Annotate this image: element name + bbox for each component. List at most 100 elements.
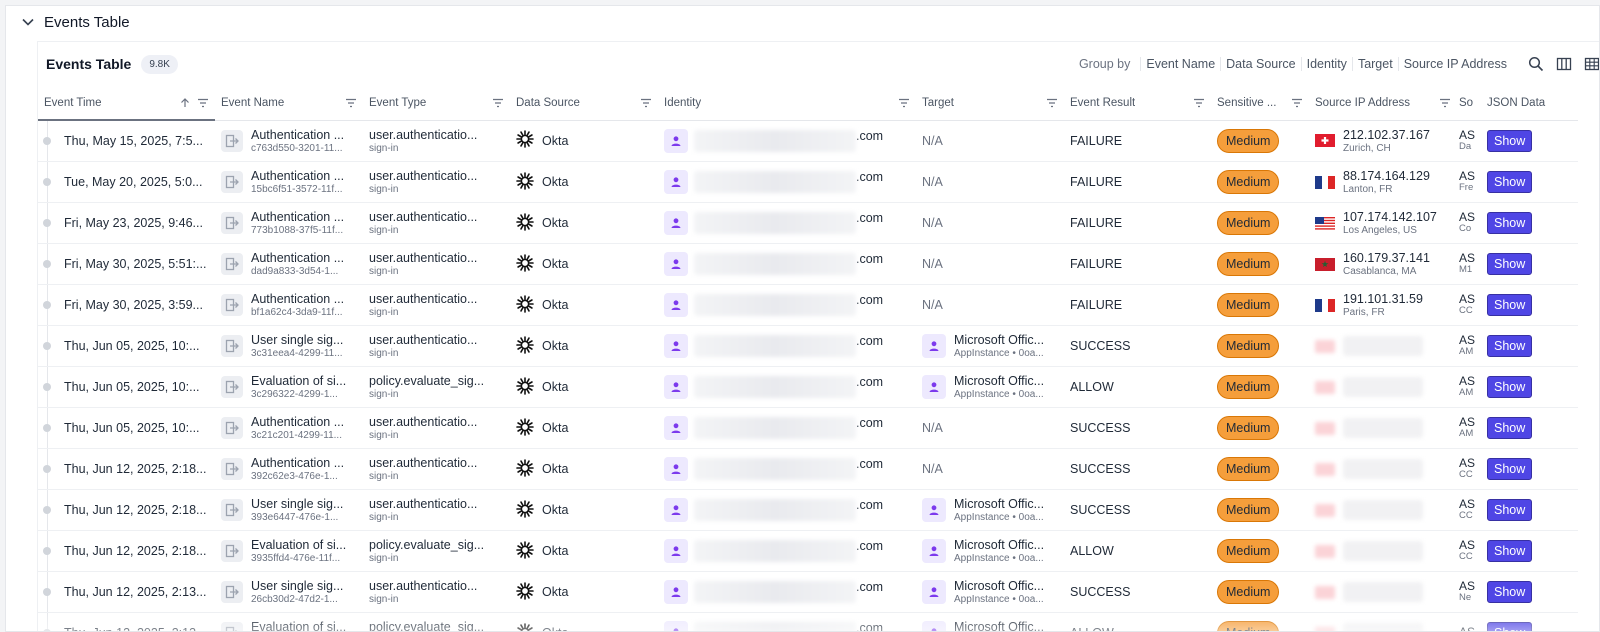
app-icon xyxy=(922,621,946,631)
filter-icon[interactable] xyxy=(492,97,504,109)
data-source: Okta xyxy=(542,339,569,353)
timeline-marker xyxy=(40,408,60,448)
redacted-ip xyxy=(1315,377,1451,397)
table-row[interactable]: Fri, May 30, 2025, 5:51:... Authenticati… xyxy=(38,243,1578,285)
show-json-button[interactable]: Show xyxy=(1487,376,1533,398)
event-time: Thu, Jun 12, 2025, 2:18... xyxy=(64,462,207,476)
okta-icon xyxy=(516,335,534,357)
event-subtype: sign-in xyxy=(369,266,399,277)
show-json-button[interactable]: Show xyxy=(1487,253,1533,275)
event-result: FAILURE xyxy=(1070,257,1123,271)
event-subtype: sign-in xyxy=(369,553,399,564)
show-json-button[interactable]: Show xyxy=(1487,458,1533,480)
col-source-ip[interactable]: Source IP Address xyxy=(1309,86,1457,121)
sort-asc-icon[interactable] xyxy=(179,97,191,109)
filter-icon[interactable] xyxy=(1193,97,1205,109)
filter-icon[interactable] xyxy=(1046,97,1058,109)
filter-icon[interactable] xyxy=(640,97,652,109)
show-json-button[interactable]: Show xyxy=(1487,499,1533,521)
redacted-flag xyxy=(1315,380,1335,394)
filter-icon[interactable] xyxy=(1291,97,1303,109)
event-name: Authentication ... xyxy=(251,292,345,306)
col-event-type[interactable]: Event Type xyxy=(363,86,510,121)
event-subtype: sign-in xyxy=(369,512,399,523)
ip-cell: 88.174.164.129 Lanton, FR xyxy=(1315,169,1451,195)
event-subtype: sign-in xyxy=(369,471,399,482)
redacted-flag xyxy=(1315,544,1335,558)
table-row[interactable]: Fri, May 30, 2025, 3:59... Authenticatio… xyxy=(38,284,1578,326)
timeline-marker xyxy=(40,531,60,571)
redacted-ip-text xyxy=(1343,336,1423,356)
show-json-button[interactable]: Show xyxy=(1487,581,1533,603)
show-json-button[interactable]: Show xyxy=(1487,129,1533,152)
col-source-org[interactable]: So xyxy=(1457,86,1481,121)
show-json-button[interactable]: Show xyxy=(1487,540,1533,562)
event-type: user.authenticatio... xyxy=(369,456,478,470)
table-row[interactable]: Thu, Jun 12, 2025, 2:13... Evaluation of… xyxy=(38,612,1578,631)
col-sensitivity[interactable]: Sensitive ... xyxy=(1211,86,1309,121)
event-signin-icon xyxy=(221,129,243,152)
data-source: Okta xyxy=(542,298,569,312)
filter-icon[interactable] xyxy=(345,97,357,109)
timeline-marker xyxy=(40,613,60,631)
source-org-sub: AM xyxy=(1459,428,1474,440)
event-type: user.authenticatio... xyxy=(369,127,478,142)
table-row[interactable]: Thu, May 15, 2025, 7:5... Authentication… xyxy=(38,120,1578,162)
sensitivity-badge: Medium xyxy=(1217,621,1280,631)
redacted-ip-text xyxy=(1343,418,1423,438)
table-row[interactable]: Tue, May 20, 2025, 5:0... Authentication… xyxy=(38,161,1578,203)
search-icon[interactable] xyxy=(1527,55,1545,73)
target-na: N/A xyxy=(922,175,943,189)
redacted-ip-text xyxy=(1343,541,1423,561)
section-header[interactable]: Events Table xyxy=(6,6,1599,38)
group-by-data-source[interactable]: Data Source xyxy=(1220,57,1300,71)
okta-icon xyxy=(516,458,534,480)
show-json-button[interactable]: Show xyxy=(1487,335,1533,357)
data-source: Okta xyxy=(542,421,569,435)
event-type: user.authenticatio... xyxy=(369,292,478,306)
table-row[interactable]: Thu, Jun 12, 2025, 2:13... User single s… xyxy=(38,571,1578,613)
show-json-button[interactable]: Show xyxy=(1487,212,1533,234)
identity-domain: .com xyxy=(856,170,884,184)
col-label: Event Time xyxy=(44,96,102,109)
show-json-button[interactable]: Show xyxy=(1487,294,1533,316)
table-row[interactable]: Thu, Jun 12, 2025, 2:18... Evaluation of… xyxy=(38,530,1578,572)
show-json-button[interactable]: Show xyxy=(1487,171,1533,193)
chevron-down-icon[interactable] xyxy=(18,12,38,32)
group-by-identity[interactable]: Identity xyxy=(1300,57,1352,71)
group-by-target[interactable]: Target xyxy=(1351,57,1398,71)
okta-icon xyxy=(516,130,534,151)
table-row[interactable]: Thu, Jun 12, 2025, 2:18... User single s… xyxy=(38,489,1578,531)
table-row[interactable]: Thu, Jun 12, 2025, 2:18... Authenticatio… xyxy=(38,448,1578,490)
col-event-time[interactable]: Event Time xyxy=(38,86,215,121)
table-row[interactable]: Thu, Jun 05, 2025, 10:... Authentication… xyxy=(38,407,1578,449)
filter-icon[interactable] xyxy=(898,97,910,109)
redacted-identity xyxy=(694,335,856,357)
col-event-result[interactable]: Event Result xyxy=(1064,86,1211,121)
event-time: Fri, May 23, 2025, 9:46... xyxy=(64,216,203,230)
table-row[interactable]: Thu, Jun 05, 2025, 10:... Evaluation of … xyxy=(38,366,1578,408)
columns-icon[interactable] xyxy=(1555,55,1573,73)
col-json-data[interactable]: JSON Data xyxy=(1481,86,1578,121)
table-grid-icon[interactable] xyxy=(1583,55,1599,73)
event-type: user.authenticatio... xyxy=(369,415,478,429)
group-by-event-name[interactable]: Event Name xyxy=(1140,57,1220,71)
user-icon xyxy=(664,580,688,604)
filter-icon[interactable] xyxy=(1439,97,1451,109)
col-identity[interactable]: Identity xyxy=(658,86,916,121)
col-target[interactable]: Target xyxy=(916,86,1064,121)
event-id: 392c62e3-476e-1... xyxy=(251,471,338,482)
group-by-source-ip[interactable]: Source IP Address xyxy=(1397,57,1512,71)
show-json-button[interactable]: Show xyxy=(1487,622,1533,631)
data-source: Okta xyxy=(542,462,569,476)
table-row[interactable]: Thu, Jun 05, 2025, 10:... User single si… xyxy=(38,325,1578,367)
filter-icon[interactable] xyxy=(197,97,209,109)
col-data-source[interactable]: Data Source xyxy=(510,86,658,121)
ip-address: 212.102.37.167 xyxy=(1343,127,1430,142)
col-event-name[interactable]: Event Name xyxy=(215,86,363,121)
table-row[interactable]: Fri, May 23, 2025, 9:46... Authenticatio… xyxy=(38,202,1578,244)
data-source: Okta xyxy=(542,175,569,189)
show-json-button[interactable]: Show xyxy=(1487,417,1533,439)
redacted-ip xyxy=(1315,418,1451,438)
event-type: policy.evaluate_sig... xyxy=(369,538,485,552)
